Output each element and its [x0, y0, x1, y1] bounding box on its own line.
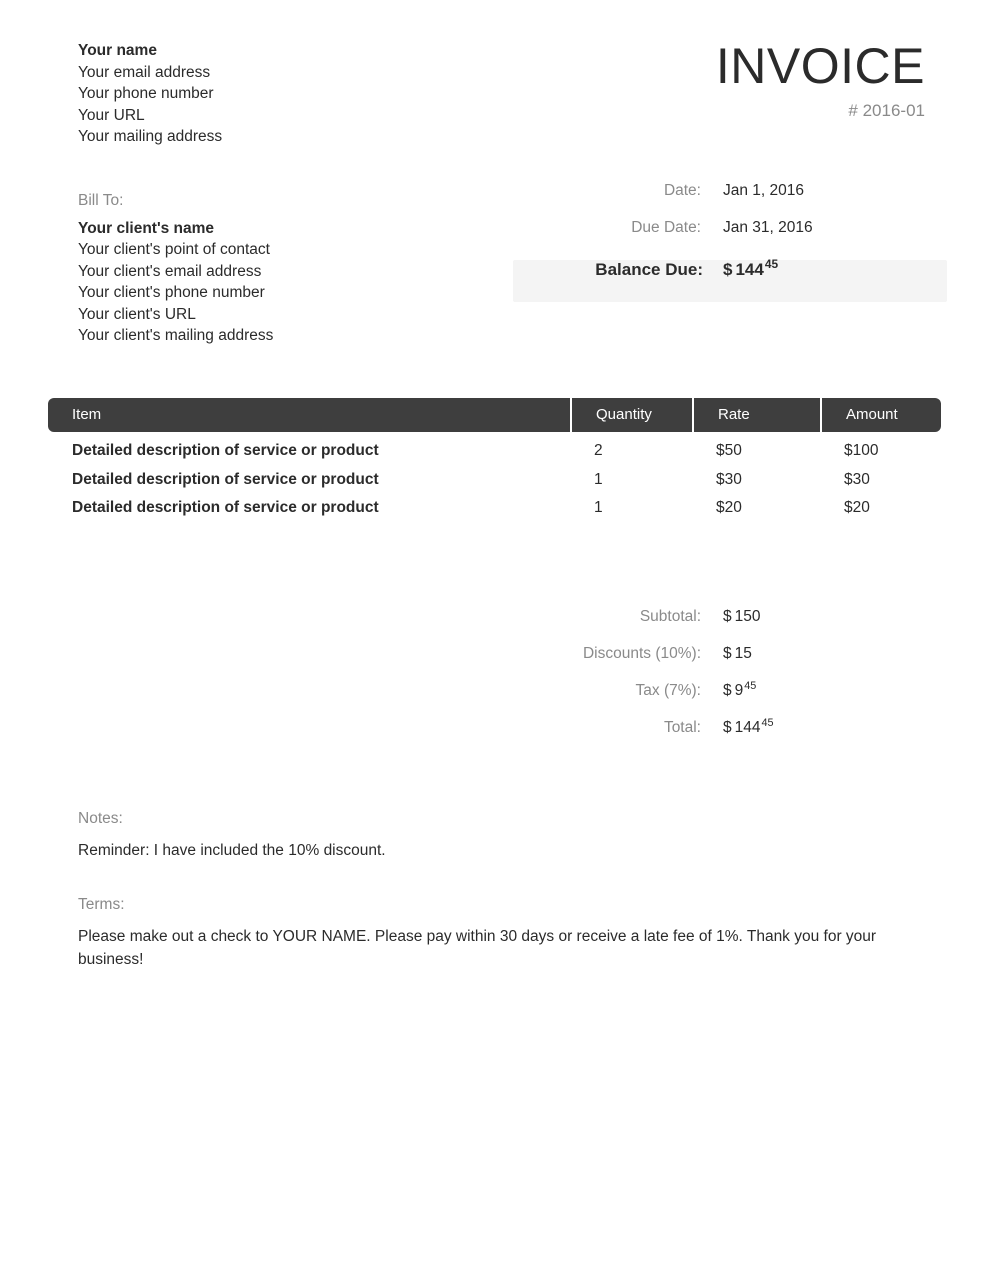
notes-label: Notes: [78, 810, 123, 827]
item-rate: $20 [716, 499, 742, 516]
item-amount: $100 [844, 442, 879, 459]
subtotal-row: Subtotal: $150 [513, 608, 947, 645]
invoice-number: # 2016-01 [848, 101, 925, 120]
tax-row: Tax (7%): $945 [513, 679, 947, 719]
total-value: $14445 [723, 716, 774, 737]
client-phone: Your client's phone number [78, 284, 265, 301]
balance-due-whole: 144 [735, 260, 764, 279]
column-header-item: Item [72, 406, 102, 423]
totals-block: Subtotal: $150 Discounts (10%): $15 Tax … [513, 608, 947, 756]
item-quantity: 1 [594, 499, 603, 516]
subtotal-currency: $ [723, 608, 732, 625]
sender-url: Your URL [78, 106, 145, 124]
invoice-meta-block: Date: Jan 1, 2016 Due Date: Jan 31, 2016… [513, 182, 947, 302]
date-label: Date: [663, 182, 701, 199]
invoice-page: Your name Your email address Your phone … [0, 0, 989, 1280]
balance-due-label: Balance Due: [595, 260, 703, 279]
sender-name: Your name [78, 42, 157, 59]
total-row: Total: $14445 [513, 716, 947, 756]
notes-text: Reminder: I have included the 10% discou… [78, 842, 386, 859]
item-rate: $30 [716, 470, 742, 488]
discounts-whole: 15 [734, 645, 752, 662]
item-quantity: 1 [594, 470, 603, 488]
discounts-currency: $ [723, 645, 732, 662]
item-description: Detailed description of service or produ… [72, 442, 379, 459]
table-row: Detailed description of service or produ… [48, 471, 941, 500]
item-amount: $30 [844, 470, 870, 488]
total-label: Total: [663, 719, 701, 736]
item-description: Detailed description of service or produ… [72, 499, 379, 516]
notes-and-terms-block: Notes: Reminder: I have included the 10%… [78, 810, 898, 971]
sender-info-block: Your name Your email address Your phone … [78, 40, 222, 148]
terms-label: Terms: [78, 896, 125, 913]
balance-due-cents: 45 [764, 257, 779, 272]
notes-section: Notes: Reminder: I have included the 10%… [78, 810, 898, 862]
item-description: Detailed description of service or produ… [72, 470, 379, 488]
discounts-value: $15 [723, 645, 753, 663]
subtotal-label: Subtotal: [639, 608, 701, 625]
sender-phone: Your phone number [78, 85, 214, 102]
tax-whole: 9 [734, 682, 744, 699]
subtotal-whole: 150 [734, 608, 761, 625]
total-currency: $ [723, 719, 732, 736]
terms-section: Terms: Please make out a check to YOUR N… [78, 896, 898, 971]
client-contact: Your client's point of contact [78, 241, 270, 258]
client-email: Your client's email address [78, 262, 262, 280]
column-header-rate: Rate [692, 398, 820, 432]
total-whole: 144 [734, 719, 761, 736]
client-address: Your client's mailing address [78, 327, 274, 344]
bill-to-block: Bill To: Your client's name Your client'… [78, 190, 478, 347]
total-cents: 45 [761, 716, 774, 729]
table-row: Detailed description of service or produ… [48, 442, 941, 471]
balance-due-currency: $ [723, 260, 733, 279]
page-title: INVOICE [715, 38, 925, 94]
discounts-label: Discounts (10%): [582, 645, 701, 662]
client-url: Your client's URL [78, 305, 196, 323]
invoice-title-block: INVOICE # 2016-01 [716, 40, 941, 121]
column-header-amount: Amount [820, 398, 941, 432]
due-date-row: Due Date: Jan 31, 2016 [513, 219, 947, 256]
items-table: Item Quantity Rate Amount Detailed descr… [48, 398, 941, 528]
sender-email: Your email address [78, 63, 211, 81]
item-quantity: 2 [594, 442, 603, 459]
terms-text: Please make out a check to YOUR NAME. Pl… [78, 928, 877, 968]
due-date-value: Jan 31, 2016 [723, 219, 813, 236]
balance-due-value: $14445 [723, 257, 779, 280]
item-rate: $50 [716, 442, 742, 459]
sender-address: Your mailing address [78, 128, 223, 145]
tax-cents: 45 [744, 679, 757, 692]
item-amount: $20 [844, 499, 870, 516]
client-name: Your client's name [78, 219, 215, 237]
invoice-header: Your name Your email address Your phone … [78, 40, 941, 148]
column-header-quantity: Quantity [570, 398, 692, 432]
tax-label: Tax (7%): [635, 682, 701, 699]
table-row: Detailed description of service or produ… [48, 499, 941, 528]
tax-currency: $ [723, 682, 732, 699]
date-row: Date: Jan 1, 2016 [513, 182, 947, 219]
date-value: Jan 1, 2016 [723, 182, 805, 199]
bill-to-label: Bill To: [78, 192, 124, 209]
balance-due-row: Balance Due: $14445 [513, 257, 947, 302]
items-table-body: Detailed description of service or produ… [48, 442, 941, 528]
subtotal-value: $150 [723, 608, 762, 626]
items-table-header: Item Quantity Rate Amount [48, 398, 941, 432]
due-date-label: Due Date: [631, 219, 701, 236]
tax-value: $945 [723, 679, 757, 700]
discounts-row: Discounts (10%): $15 [513, 645, 947, 682]
